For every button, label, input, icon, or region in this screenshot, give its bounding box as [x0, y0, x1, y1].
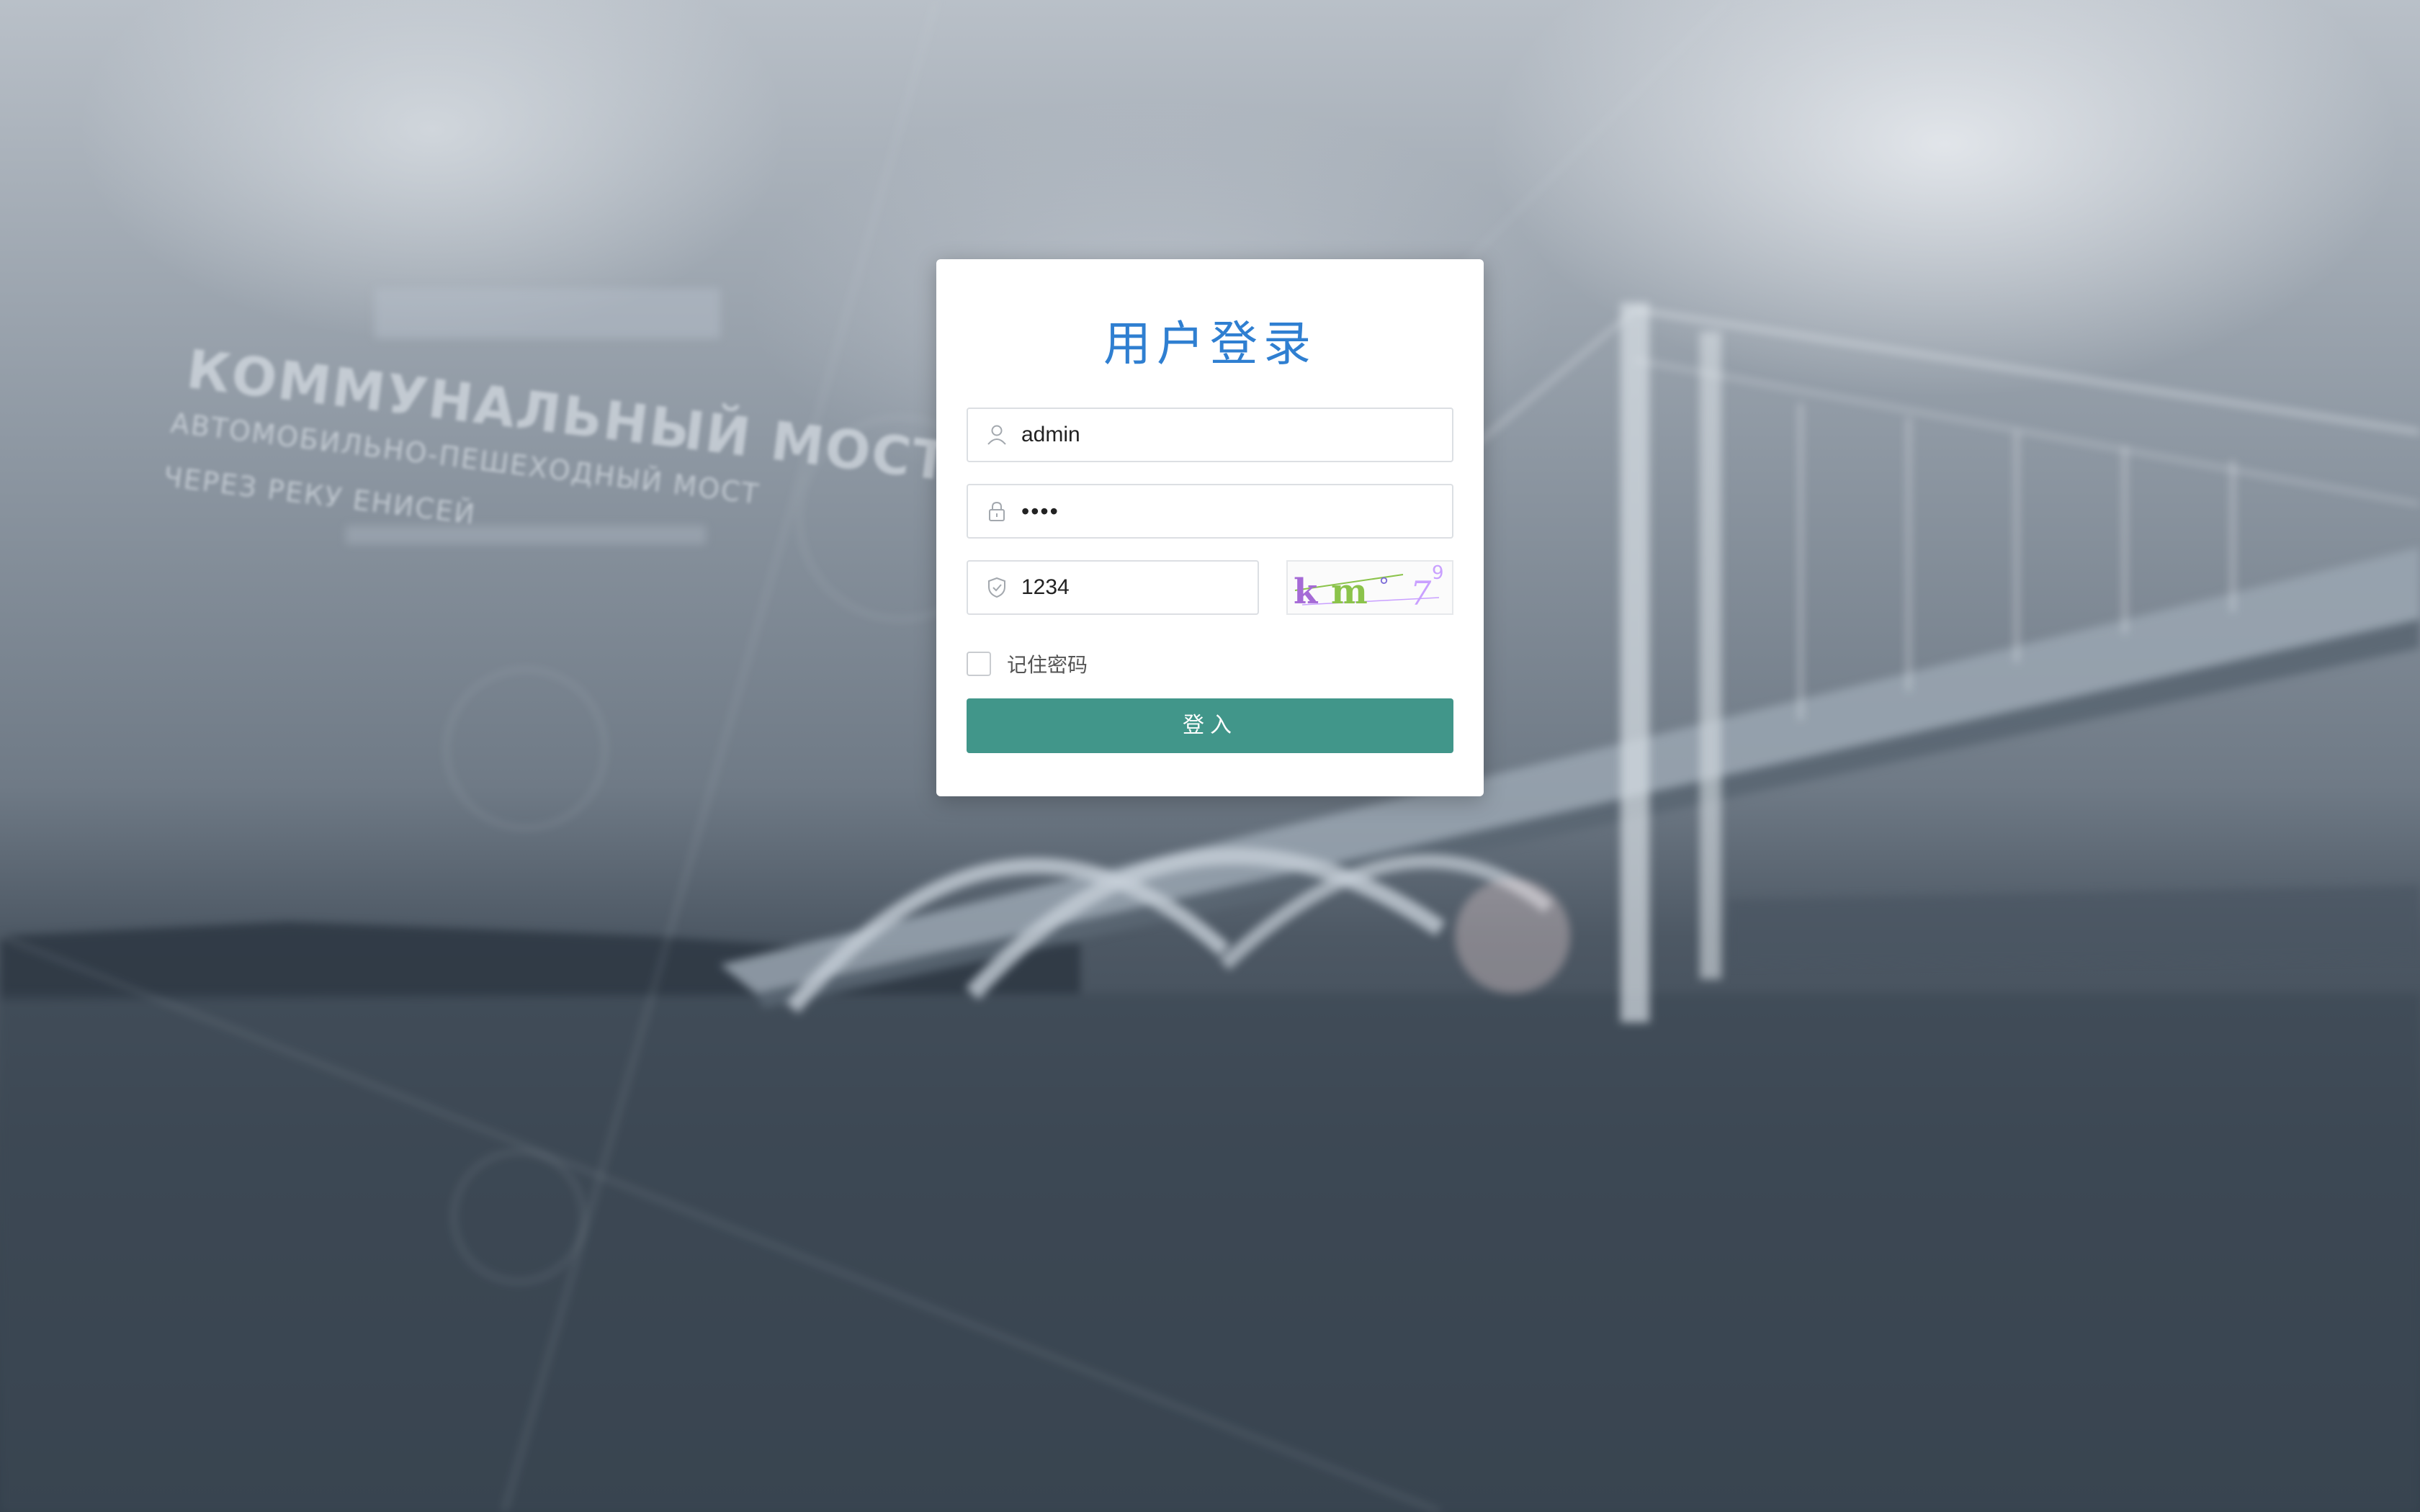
- svg-text:7: 7: [1410, 574, 1432, 613]
- captcha-image[interactable]: k m ° 7 9: [1286, 560, 1453, 615]
- login-card: 用户登录 admin •••• 1234 k m ° 7 9 记住密码 登入: [936, 259, 1484, 796]
- remember-password-checkbox[interactable]: [967, 652, 991, 676]
- shield-icon: [985, 576, 1008, 599]
- svg-text:9: 9: [1432, 562, 1444, 584]
- remember-password[interactable]: 记住密码: [967, 649, 1088, 678]
- username-value: admin: [1021, 423, 1080, 446]
- svg-text:m: m: [1331, 572, 1368, 612]
- verification-code-value: 1234: [1021, 575, 1070, 599]
- password-field[interactable]: ••••: [967, 484, 1453, 539]
- login-title: 用户登录: [1103, 316, 1317, 372]
- login-page: КОММУНАЛЬНЫЙ МОСТ АВТОМОБИЛЬНО-ПЕШЕХОДНЫ…: [0, 0, 2420, 1512]
- password-value: ••••: [1021, 498, 1059, 524]
- svg-text:k: k: [1294, 572, 1319, 612]
- user-icon: [985, 423, 1008, 446]
- captcha-graphic: k m ° 7 9: [1294, 562, 1444, 613]
- lock-icon: [985, 500, 1008, 523]
- username-field[interactable]: admin: [967, 408, 1453, 462]
- login-button[interactable]: 登入: [967, 698, 1453, 753]
- verification-code-field[interactable]: 1234: [967, 560, 1259, 615]
- svg-text:°: °: [1379, 574, 1389, 599]
- remember-password-label: 记住密码: [1007, 653, 1088, 677]
